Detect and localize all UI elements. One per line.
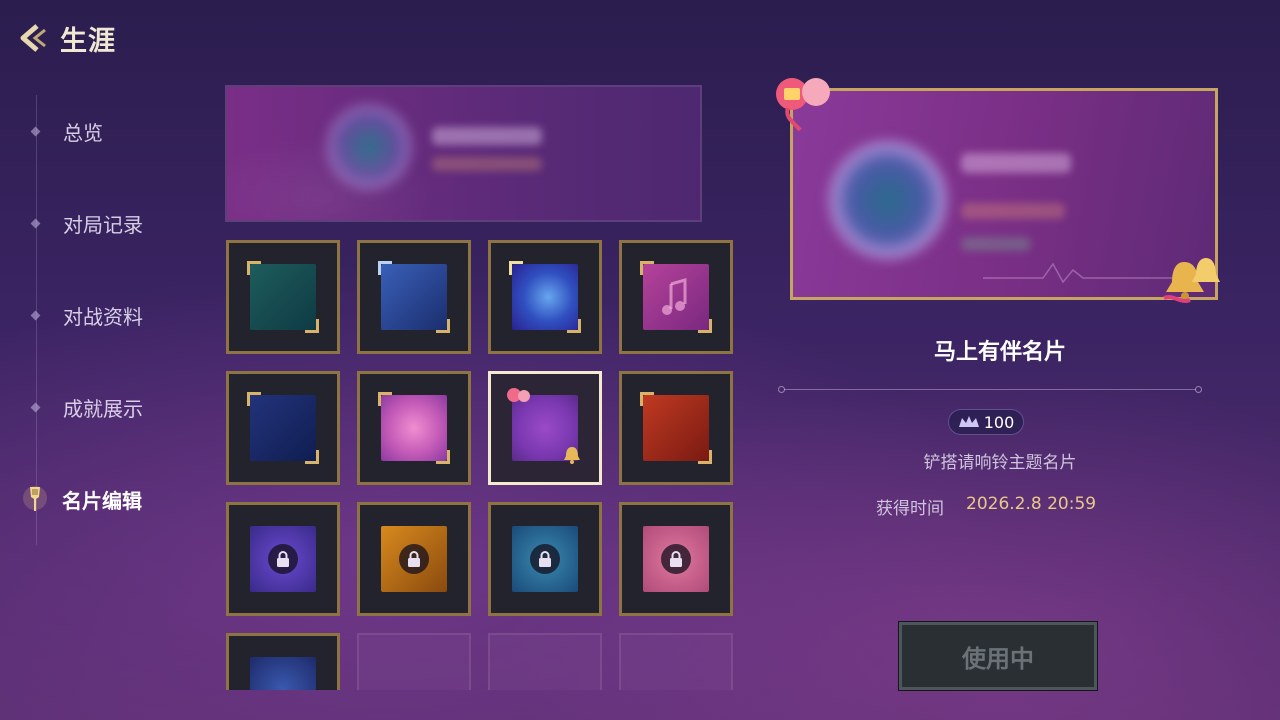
- sidebar-item-label: 名片编辑: [62, 488, 142, 513]
- sidebar-item-label: 成就展示: [63, 396, 143, 421]
- card-tile[interactable]: [357, 240, 471, 354]
- empty-slot: [488, 633, 602, 690]
- sidebar-item-match-history[interactable]: 对局记录: [28, 203, 143, 243]
- card-tile[interactable]: [226, 240, 340, 354]
- obtain-info: 获得时间 2026.2.8 20:59: [876, 494, 1096, 519]
- blurred-rank: [961, 203, 1065, 219]
- chevron-left-icon: [20, 24, 46, 52]
- corner-ornament: [305, 450, 319, 464]
- bell-icon: [564, 447, 580, 464]
- card-thumbnail: [250, 657, 316, 690]
- sidebar-item-label: 对战资料: [63, 304, 143, 329]
- sidebar: 总览 对局记录 对战资料 成就展示 名片编辑: [0, 85, 210, 555]
- corner-ornament: [640, 392, 654, 406]
- corner-ornament: [305, 319, 319, 333]
- ribbon-ornament-icon: [776, 78, 830, 132]
- card-tile[interactable]: [619, 371, 733, 485]
- name-card-preview: [225, 85, 702, 222]
- price-badge: 100: [948, 409, 1024, 435]
- corner-ornament: [567, 319, 581, 333]
- card-tile[interactable]: [488, 240, 602, 354]
- divider-line: [784, 389, 1196, 390]
- in-use-button[interactable]: 使用中: [898, 621, 1098, 691]
- divider: [778, 385, 1202, 395]
- header: 生涯: [14, 18, 116, 58]
- blurred-status: [961, 237, 1031, 251]
- card-tile[interactable]: [226, 371, 340, 485]
- card-tile-locked[interactable]: [226, 502, 340, 616]
- lock-icon: [268, 544, 298, 574]
- spatula-icon: [20, 484, 50, 514]
- blurred-name: [961, 153, 1071, 173]
- corner-ornament: [378, 261, 392, 275]
- sidebar-item-label: 总览: [63, 120, 103, 145]
- corner-ornament: [436, 319, 450, 333]
- corner-ornament: [378, 392, 392, 406]
- corner-ornament: [247, 392, 261, 406]
- sidebar-item-card-edit[interactable]: 名片编辑: [23, 479, 142, 519]
- ribbon-icon: [507, 388, 530, 402]
- card-grid: [226, 240, 736, 690]
- corner-ornament: [698, 450, 712, 464]
- divider-end-icon: [1195, 386, 1202, 393]
- card-tile-locked[interactable]: [488, 502, 602, 616]
- card-tile-locked[interactable]: [619, 502, 733, 616]
- page-title: 生涯: [60, 25, 116, 57]
- card-tile-locked[interactable]: [357, 502, 471, 616]
- name-card-large-preview: [790, 88, 1218, 300]
- avatar: [829, 141, 947, 259]
- lock-icon: [661, 544, 691, 574]
- empty-slot: [619, 633, 733, 690]
- nav-diamond-icon: [30, 126, 41, 136]
- sidebar-item-overview[interactable]: 总览: [28, 111, 103, 151]
- card-tile[interactable]: [357, 371, 471, 485]
- nav-diamond-icon: [30, 402, 41, 412]
- lock-icon: [399, 544, 429, 574]
- card-tile-selected[interactable]: [488, 371, 602, 485]
- lock-icon: [530, 544, 560, 574]
- empty-slot: [357, 633, 471, 690]
- sidebar-item-battle-stats[interactable]: 对战资料: [28, 295, 143, 335]
- sidebar-item-label: 对局记录: [63, 212, 143, 237]
- nav-diamond-icon: [30, 218, 41, 228]
- obtain-time: 2026.2.8 20:59: [966, 494, 1097, 514]
- bell-ornament-icon: [1163, 258, 1220, 303]
- corner-ornament: [247, 261, 261, 275]
- corner-ornament: [436, 450, 450, 464]
- card-tile[interactable]: [619, 240, 733, 354]
- corner-ornament: [509, 261, 523, 275]
- sidebar-item-achievements[interactable]: 成就展示: [28, 387, 143, 427]
- crown-currency-icon: [958, 416, 979, 427]
- card-name: 马上有伴名片: [933, 340, 1066, 365]
- corner-ornament: [698, 319, 712, 333]
- obtain-label: 获得时间: [876, 499, 944, 519]
- nav-diamond-icon: [30, 310, 41, 320]
- price-value: 100: [983, 412, 1015, 432]
- card-description: 铲搭请响铃主题名片: [923, 453, 1077, 473]
- back-button[interactable]: [14, 20, 50, 56]
- card-tile-locked[interactable]: [226, 633, 340, 690]
- corner-ornament: [640, 261, 654, 275]
- card-glow: [227, 87, 700, 220]
